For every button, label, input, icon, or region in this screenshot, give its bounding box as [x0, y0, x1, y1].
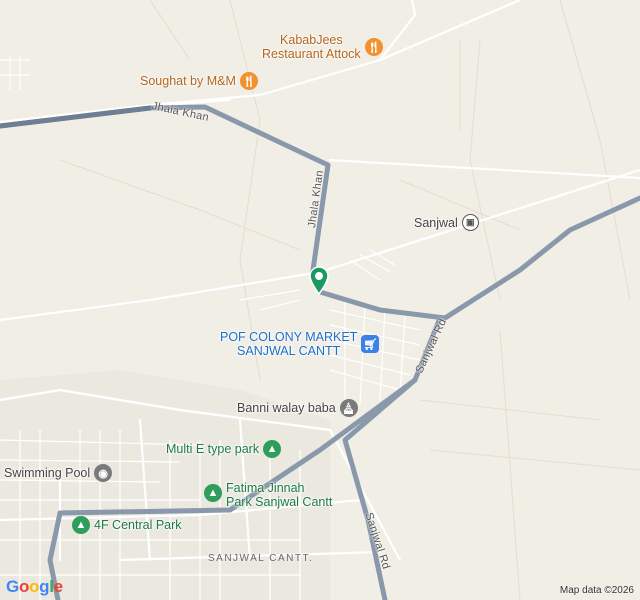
- poi-banni-walay-baba[interactable]: Banni walay baba ⛪︎: [237, 399, 358, 417]
- restaurant-icon: 🍴︎: [239, 72, 258, 90]
- map-attribution[interactable]: Map data ©2026: [560, 585, 634, 596]
- poi-fatima-jinnah-park[interactable]: ▲ Fatima Jinnah Park Sanjwal Cantt: [204, 481, 332, 509]
- poi-sanjwal[interactable]: Sanjwal ▣: [414, 214, 479, 231]
- poi-kababjees-subname: Restaurant Attock: [262, 47, 361, 61]
- poi-pof-colony-market[interactable]: POF COLONY MARKET SANJWAL CANTT 🛒︎: [220, 330, 380, 358]
- poi-sanjwal-name: Sanjwal: [414, 215, 458, 230]
- restaurant-icon: 🍴︎: [364, 38, 383, 56]
- poi-pof-colony-market-subname: SANJWAL CANTT: [237, 344, 341, 358]
- map-roads: [0, 0, 640, 600]
- swimming-pool-icon: ◉: [94, 464, 113, 482]
- poi-fatima-jinnah-park-subname: Park Sanjwal Cantt: [226, 495, 333, 509]
- selected-place-marker[interactable]: [308, 265, 330, 296]
- map-canvas[interactable]: Jhala Khan Jhala Khan Sanjwal Rd Sanjwal…: [0, 0, 640, 600]
- shopping-cart-icon: 🛒︎: [361, 335, 380, 353]
- poi-kababjees-name: KababJees: [280, 33, 343, 47]
- poi-4f-central-park[interactable]: ▲ 4F Central Park: [72, 516, 182, 534]
- poi-swimming-pool-name: Swimming Pool: [4, 466, 91, 480]
- poi-soughat[interactable]: Soughat by M&M 🍴︎: [140, 72, 258, 90]
- poi-soughat-name: Soughat by M&M: [140, 74, 236, 88]
- map-pin-icon: [309, 266, 329, 296]
- poi-pof-colony-market-name: POF COLONY MARKET: [220, 330, 358, 344]
- tree-icon: ▲: [263, 440, 282, 458]
- tree-icon: ▲: [72, 516, 90, 534]
- transit-icon: ▣: [461, 214, 479, 231]
- poi-swimming-pool[interactable]: Swimming Pool ◉: [4, 464, 113, 482]
- poi-kababjees[interactable]: KababJees Restaurant Attock 🍴︎: [262, 33, 383, 61]
- google-logo: Google: [6, 577, 63, 596]
- landmark-icon: ⛪︎: [339, 399, 358, 417]
- poi-multi-e-type-park[interactable]: Multi E type park ▲: [166, 440, 282, 458]
- area-label-sanjwal-cantt: SANJWAL CANTT.: [208, 553, 314, 564]
- poi-banni-walay-baba-name: Banni walay baba: [237, 401, 336, 415]
- tree-icon: ▲: [204, 484, 222, 502]
- poi-4f-central-park-name: 4F Central Park: [94, 518, 182, 532]
- poi-fatima-jinnah-park-name: Fatima Jinnah: [226, 481, 305, 495]
- poi-multi-e-type-park-name: Multi E type park: [166, 442, 260, 456]
